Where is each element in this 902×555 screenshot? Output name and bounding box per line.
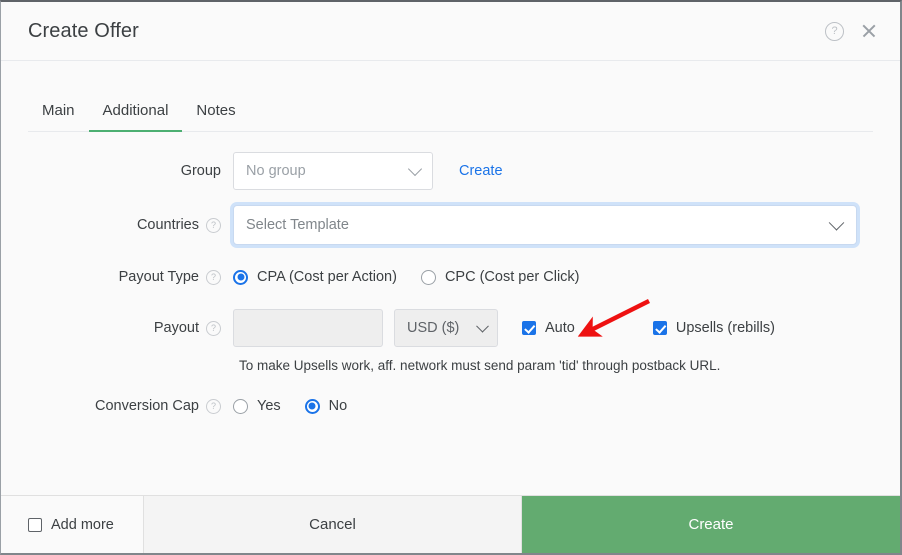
create-button[interactable]: Create <box>522 496 900 553</box>
radio-cpa-label: CPA (Cost per Action) <box>257 269 397 285</box>
page-title: Create Offer <box>28 20 139 43</box>
conversion-cap-label-text: Conversion Cap <box>95 398 199 414</box>
cancel-button[interactable]: Cancel <box>144 496 522 553</box>
tab-main[interactable]: Main <box>28 102 89 132</box>
dialog-footer: Add more Cancel Create <box>1 495 900 553</box>
payout-type-label: Payout Type ? <box>1 269 233 285</box>
close-icon[interactable] <box>860 22 878 40</box>
dialog-header: Create Offer ? <box>1 2 900 61</box>
radio-conversion-cap-yes[interactable]: Yes <box>233 398 281 414</box>
conversion-cap-label: Conversion Cap ? <box>1 398 233 414</box>
group-control: No group Create <box>233 152 503 190</box>
dialog-body: Main Additional Notes Group No group Cre… <box>1 61 900 495</box>
checkbox-auto-indicator[interactable] <box>522 321 536 335</box>
conversion-cap-control: Yes No <box>233 398 347 414</box>
checkbox-upsells[interactable]: Upsells (rebills) <box>653 320 775 336</box>
radio-cpc[interactable]: CPC (Cost per Click) <box>421 269 580 285</box>
radio-cpa[interactable]: CPA (Cost per Action) <box>233 269 397 285</box>
form-row-payout-type: Payout Type ? CPA (Cost per Action) CPC … <box>1 260 900 294</box>
group-label-text: Group <box>181 163 221 179</box>
tab-bar: Main Additional Notes <box>28 61 873 132</box>
add-more-checkbox[interactable]: Add more <box>1 496 144 553</box>
payout-type-control: CPA (Cost per Action) CPC (Cost per Clic… <box>233 269 580 285</box>
group-select-value: No group <box>246 163 306 179</box>
payout-label: Payout ? <box>1 320 233 336</box>
payout-help-icon[interactable]: ? <box>206 321 221 336</box>
checkbox-upsells-label: Upsells (rebills) <box>676 320 775 336</box>
tab-notes[interactable]: Notes <box>182 102 249 132</box>
form-row-group: Group No group Create <box>1 152 900 190</box>
radio-conversion-cap-no[interactable]: No <box>305 398 348 414</box>
payout-amount-input[interactable] <box>233 309 383 347</box>
conversion-cap-help-icon[interactable]: ? <box>206 399 221 414</box>
chevron-down-icon <box>476 320 489 333</box>
additional-form: Group No group Create Countries ? <box>1 132 900 423</box>
upsells-hint-text: To make Upsells work, aff. network must … <box>233 358 900 373</box>
help-circle-icon[interactable]: ? <box>825 22 844 41</box>
checkbox-auto-label: Auto <box>545 320 575 336</box>
radio-cpa-indicator[interactable] <box>233 270 248 285</box>
chevron-down-icon <box>408 162 422 176</box>
payout-type-help-icon[interactable]: ? <box>206 270 221 285</box>
payout-control: USD ($) Auto Upsells (rebills) <box>233 309 775 347</box>
payout-currency-value: USD ($) <box>407 320 459 336</box>
create-offer-dialog: Create Offer ? Main Additional Notes Gro… <box>0 0 902 555</box>
checkbox-auto[interactable]: Auto <box>522 320 575 336</box>
countries-template-select[interactable]: Select Template <box>233 205 857 245</box>
add-more-checkbox-indicator[interactable] <box>28 518 42 532</box>
checkbox-upsells-indicator[interactable] <box>653 321 667 335</box>
countries-control: Select Template <box>233 205 857 245</box>
form-row-countries: Countries ? Select Template <box>1 205 900 245</box>
radio-conversion-cap-yes-label: Yes <box>257 398 281 414</box>
radio-cpc-label: CPC (Cost per Click) <box>445 269 580 285</box>
form-row-conversion-cap: Conversion Cap ? Yes No <box>1 389 900 423</box>
radio-conversion-cap-yes-indicator[interactable] <box>233 399 248 414</box>
payout-type-label-text: Payout Type <box>119 269 199 285</box>
countries-label-text: Countries <box>137 217 199 233</box>
tab-additional[interactable]: Additional <box>89 102 183 132</box>
add-more-label: Add more <box>51 517 114 533</box>
create-group-link[interactable]: Create <box>459 163 503 179</box>
countries-label: Countries ? <box>1 217 233 233</box>
radio-cpc-indicator[interactable] <box>421 270 436 285</box>
group-label: Group <box>1 163 233 179</box>
radio-conversion-cap-no-indicator[interactable] <box>305 399 320 414</box>
countries-help-icon[interactable]: ? <box>206 218 221 233</box>
countries-template-placeholder: Select Template <box>246 217 349 233</box>
form-row-payout: Payout ? USD ($) Auto <box>1 309 900 347</box>
radio-conversion-cap-no-label: No <box>329 398 348 414</box>
payout-label-text: Payout <box>154 320 199 336</box>
group-select[interactable]: No group <box>233 152 433 190</box>
header-actions: ? <box>825 2 878 60</box>
chevron-down-icon <box>829 215 845 231</box>
payout-currency-select[interactable]: USD ($) <box>394 309 498 347</box>
